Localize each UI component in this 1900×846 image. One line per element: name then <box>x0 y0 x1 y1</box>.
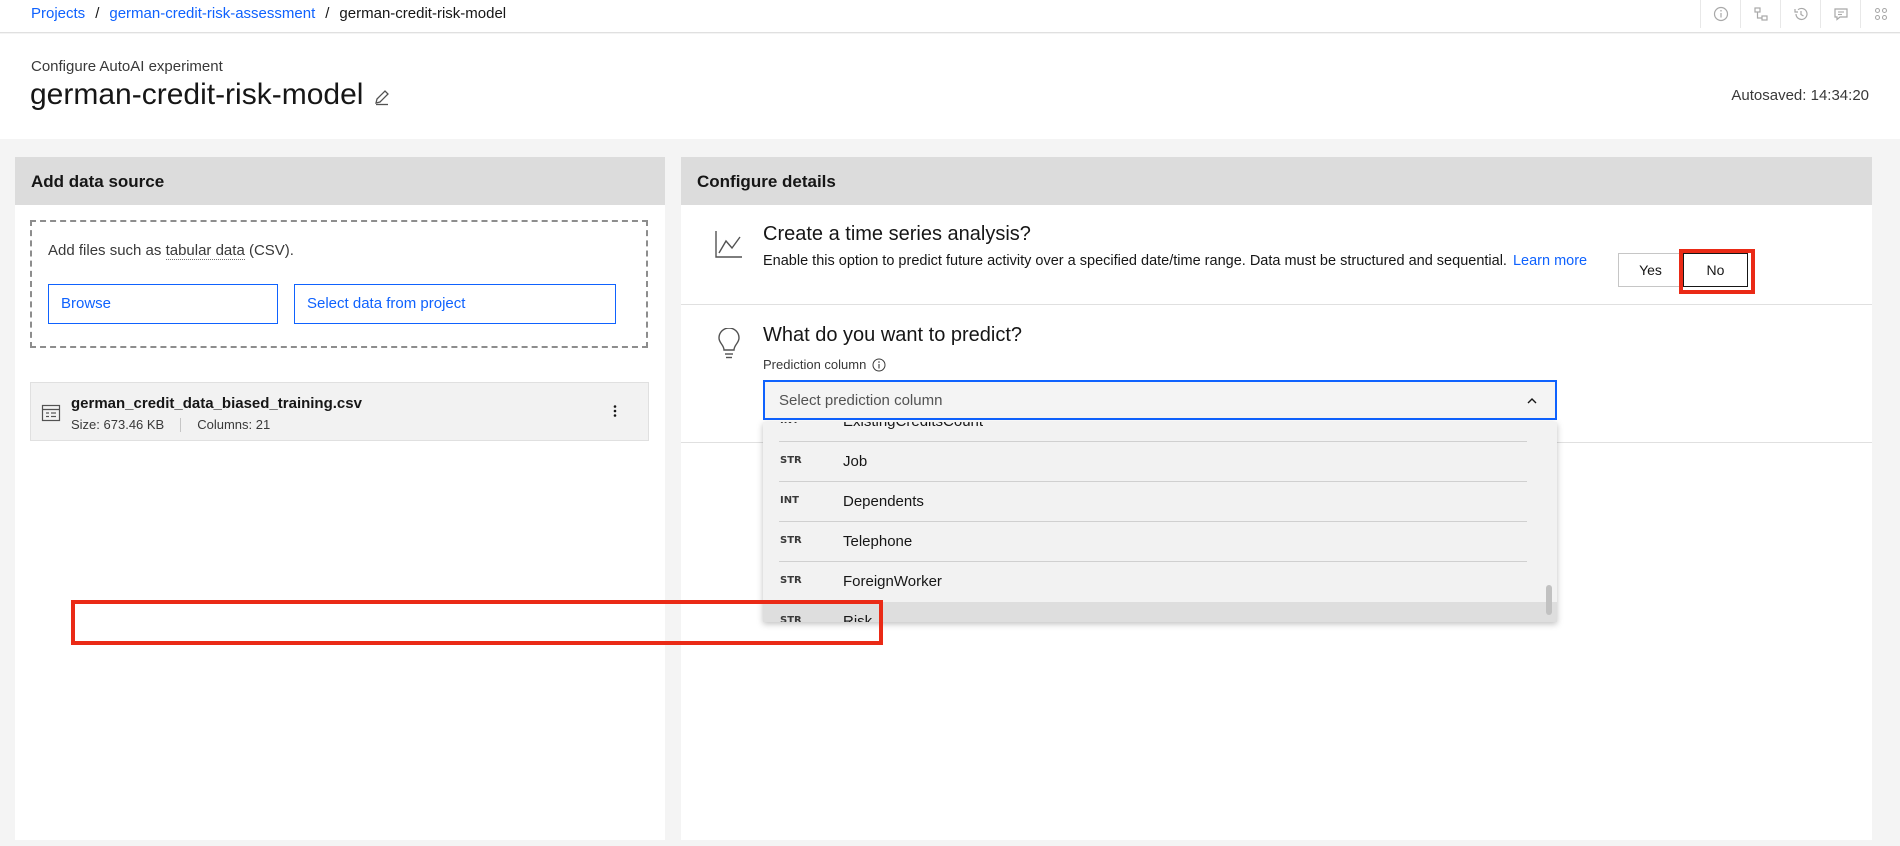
top-bar: Projects / german-credit-risk-assessment… <box>0 0 1900 33</box>
column-type-badge: INT <box>780 495 799 506</box>
page-title: german-credit-risk-model <box>30 78 364 111</box>
meta-divider <box>180 418 182 432</box>
breadcrumb-separator: / <box>325 5 330 22</box>
breadcrumb-separator: / <box>95 5 100 22</box>
page-subtitle: Configure AutoAI experiment <box>31 58 223 75</box>
breadcrumb: Projects / german-credit-risk-assessment… <box>31 5 506 22</box>
top-icon-bar <box>1700 0 1900 28</box>
history-icon[interactable] <box>1780 0 1820 28</box>
data-file-card: german_credit_data_biased_training.csv S… <box>30 382 649 441</box>
time-series-description: Enable this option to predict future act… <box>763 253 1587 269</box>
list-item[interactable]: INT Dependents <box>763 482 1557 522</box>
tabular-data-tooltip[interactable]: tabular data <box>165 242 245 260</box>
table-file-icon <box>41 403 61 428</box>
column-type-badge: STR <box>780 535 802 546</box>
page-header: Configure AutoAI experiment german-credi… <box>0 34 1900 139</box>
flow-icon[interactable] <box>1740 0 1780 28</box>
dropzone-text: Add files such as tabular data (CSV). <box>48 242 294 260</box>
time-series-section: Create a time series analysis? Enable th… <box>681 205 1872 305</box>
column-name: Job <box>843 453 868 470</box>
column-name: ExistingCreditsCount <box>843 422 983 430</box>
configure-details-heading: Configure details <box>681 157 1872 205</box>
column-type-badge: STR <box>780 575 802 586</box>
autosaved-status: Autosaved: 14:34:20 <box>1731 87 1869 104</box>
prediction-column-label: Prediction column <box>763 357 867 372</box>
menu-scrollbar[interactable] <box>1546 585 1552 615</box>
time-series-yes-button[interactable]: Yes <box>1618 253 1683 287</box>
lightbulb-icon <box>716 327 742 365</box>
chat-icon[interactable] <box>1820 0 1860 28</box>
prediction-column-menu: INT ExistingCreditsCount STR Job INT Dep… <box>763 422 1557 622</box>
column-name: ForeignWorker <box>843 573 942 590</box>
configure-details-panel: Configure details Create a time series a… <box>681 157 1872 840</box>
column-name: Dependents <box>843 493 924 510</box>
chevron-up-icon[interactable] <box>1525 394 1539 412</box>
risk-option-highlight <box>71 600 883 645</box>
column-type-badge: INT <box>780 422 799 426</box>
list-item[interactable]: INT ExistingCreditsCount <box>763 422 1557 442</box>
breadcrumb-projects-link[interactable]: Projects <box>31 5 85 22</box>
browse-button[interactable]: Browse <box>48 284 278 324</box>
collaborators-icon[interactable] <box>1860 0 1900 28</box>
column-name: Telephone <box>843 533 913 550</box>
prediction-column-placeholder: Select prediction column <box>779 392 943 409</box>
prediction-column-label-row: Prediction column <box>763 357 886 372</box>
info-icon[interactable] <box>872 358 886 372</box>
column-type-badge: STR <box>780 455 802 466</box>
list-item[interactable]: STR Job <box>763 442 1557 482</box>
file-dropzone[interactable]: Add files such as tabular data (CSV). Br… <box>30 220 648 348</box>
edit-icon[interactable] <box>373 88 391 106</box>
select-data-from-project-button[interactable]: Select data from project <box>294 284 616 324</box>
prediction-title: What do you want to predict? <box>763 324 1023 346</box>
dropzone-prefix: Add files such as <box>48 242 166 259</box>
file-size: Size: 673.46 KB <box>71 417 165 432</box>
file-meta: Size: 673.46 KB Columns: 21 <box>71 417 270 432</box>
data-source-panel: Add data source Add files such as tabula… <box>15 157 665 840</box>
list-item[interactable]: STR ForeignWorker <box>763 562 1557 602</box>
prediction-column-select[interactable]: Select prediction column <box>763 380 1557 420</box>
breadcrumb-project-link[interactable]: german-credit-risk-assessment <box>109 5 315 22</box>
breadcrumb-current: german-credit-risk-model <box>339 5 507 22</box>
list-item[interactable]: STR Telephone <box>763 522 1557 562</box>
learn-more-link[interactable]: Learn more <box>1513 253 1587 269</box>
info-icon[interactable] <box>1700 0 1740 28</box>
file-columns: Columns: 21 <box>197 417 271 432</box>
no-button-highlight <box>1679 249 1755 294</box>
data-source-heading: Add data source <box>15 157 665 205</box>
title-row: german-credit-risk-model <box>30 78 391 112</box>
file-name: german_credit_data_biased_training.csv <box>71 395 362 412</box>
time-series-title: Create a time series analysis? <box>763 223 1031 245</box>
dropzone-suffix: (CSV). <box>244 242 294 259</box>
line-chart-icon <box>714 229 744 264</box>
time-series-description-text: Enable this option to predict future act… <box>763 253 1507 269</box>
overflow-menu-icon[interactable] <box>607 403 623 424</box>
